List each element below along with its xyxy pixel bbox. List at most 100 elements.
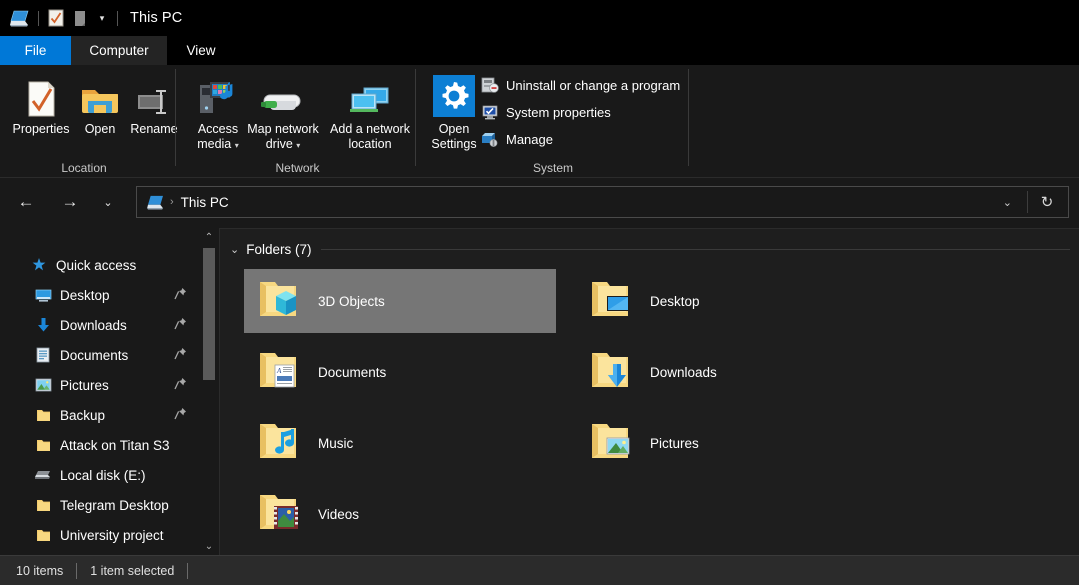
ribbon-group-network: Access media ▾ Map network drive ▾ [180,65,415,178]
file-item-label: Downloads [650,365,717,380]
rename-icon [135,71,173,117]
file-item-3d-objects[interactable]: 3D Objects [244,269,556,333]
file-item-desktop[interactable]: Desktop [576,269,888,333]
ribbon-divider-1 [175,69,176,166]
sidebar-item-label: Local disk (E:) [60,468,146,483]
new-folder-icon[interactable] [69,7,91,29]
properties-icon[interactable] [45,7,67,29]
group-header-folders[interactable]: ⌄ Folders (7) [230,242,1070,257]
scroll-up-button[interactable]: ⌃ [200,228,218,246]
add-network-location-icon [347,71,393,117]
pin-icon[interactable] [174,377,188,391]
sidebar-item-downloads[interactable]: Downloads [0,310,200,340]
quick-access-toolbar-chevron[interactable]: ▾ [93,13,111,24]
forward-button[interactable]: → [54,187,86,217]
uninstall-program-button[interactable]: Uninstall or change a program [480,75,680,95]
disk-icon [34,466,52,484]
titlebar-separator-2 [117,11,118,26]
sidebar-item-attack-on-titan-s3[interactable]: Attack on Titan S3 [0,430,200,460]
manage-icon [480,129,500,149]
navigation-pane-scrollbar[interactable]: ⌃ ⌄ [200,228,218,555]
folder-music-icon [248,415,310,471]
ribbon-divider-2 [415,69,416,166]
status-separator-2 [187,563,188,579]
file-item-label: Documents [318,365,386,380]
sidebar-item-documents[interactable]: Documents [0,340,200,370]
pin-icon[interactable] [174,407,188,421]
sidebar-item-label: Backup [60,408,105,423]
sidebar-item-label: Documents [60,348,128,363]
documents-icon [34,346,52,364]
folder-icon [34,526,52,544]
sidebar-item-telegram-desktop[interactable]: Telegram Desktop [0,490,200,520]
sidebar-item-label: Attack on Titan S3 [60,438,170,453]
ribbon-divider-3 [688,69,689,166]
sidebar-item-backup[interactable]: Backup [0,400,200,430]
this-pc-icon [145,193,165,211]
star-pin-icon [30,256,48,274]
desktop-icon [34,286,52,304]
ribbon-group-location-label: Location [0,161,168,175]
sidebar-item-desktop[interactable]: Desktop [0,280,200,310]
map-network-drive-button[interactable]: Map network drive ▾ [242,71,324,153]
scroll-down-button[interactable]: ⌄ [200,537,218,555]
properties-label: Properties [13,122,70,137]
ribbon-tab-strip: File Computer View [0,36,1079,65]
open-label: Open [85,122,116,137]
title-bar: ▾ This PC [0,0,1079,36]
access-media-text: Access media [197,122,238,151]
path-breadcrumb-bar[interactable]: › This PC ⌄ ↻ [136,186,1069,218]
file-item-label: Videos [318,507,359,522]
scrollbar-thumb[interactable] [203,248,215,380]
add-network-location-button[interactable]: Add a network location [326,71,414,152]
ribbon-group-location: Properties Open [0,65,168,178]
back-button[interactable]: ← [10,187,42,217]
downloads-icon [34,316,52,334]
file-item-music[interactable]: Music [244,411,556,475]
ribbon-group-system: Open Settings Uninstall or change a prog… [418,65,688,178]
status-bar: 10 items 1 item selected [0,555,1079,585]
chevron-down-icon: ▾ [296,141,300,150]
this-pc-icon[interactable] [8,7,30,29]
sidebar-item-label: Pictures [60,378,109,393]
sidebar-item-university-project[interactable]: University project [0,520,200,550]
folder-documents-icon: A [248,344,310,400]
status-selection: 1 item selected [90,564,174,578]
file-item-videos[interactable]: Videos [244,482,556,546]
window-title: This PC [130,10,182,26]
system-properties-label: System properties [506,105,611,120]
pin-icon[interactable] [174,317,188,331]
sidebar-item-label: Telegram Desktop [60,498,169,513]
folder-pictures-icon [580,415,642,471]
breadcrumb-this-pc[interactable]: This PC [181,195,229,210]
sidebar-item-local-disk-e[interactable]: Local disk (E:) [0,460,200,490]
sidebar-item-pictures[interactable]: Pictures [0,370,200,400]
file-item-documents[interactable]: A Documents [244,340,556,404]
open-settings-label: Open Settings [424,122,484,152]
file-item-downloads[interactable]: Downloads [576,340,888,404]
pin-icon[interactable] [174,347,188,361]
file-list-view[interactable]: ⌄ Folders (7) 3D Objects [219,228,1079,555]
sidebar-item-quick-access[interactable]: Quick access [0,250,200,280]
system-properties-button[interactable]: System properties [480,102,611,122]
tab-computer[interactable]: Computer [71,36,167,65]
navigation-pane: Quick access Desktop Downloads [0,228,200,555]
refresh-button[interactable]: ↻ [1032,187,1062,217]
map-drive-icon [260,71,306,117]
ribbon-group-network-label: Network [180,161,415,175]
path-dropdown-button[interactable]: ⌄ [1003,187,1012,217]
ribbon: Properties Open [0,65,1079,178]
titlebar-separator-1 [38,11,39,26]
recent-locations-button[interactable]: ⌄ [96,187,120,217]
manage-button[interactable]: Manage [480,129,553,149]
file-item-pictures[interactable]: Pictures [576,411,888,475]
pin-icon[interactable] [174,287,188,301]
system-properties-icon [480,102,500,122]
tab-file[interactable]: File [0,36,71,65]
folder-icon [34,496,52,514]
open-settings-button[interactable]: Open Settings [424,71,484,152]
ribbon-group-system-label: System [418,161,688,175]
manage-label: Manage [506,132,553,147]
tab-view[interactable]: View [167,36,235,65]
chevron-down-icon[interactable]: ⌄ [230,243,239,256]
